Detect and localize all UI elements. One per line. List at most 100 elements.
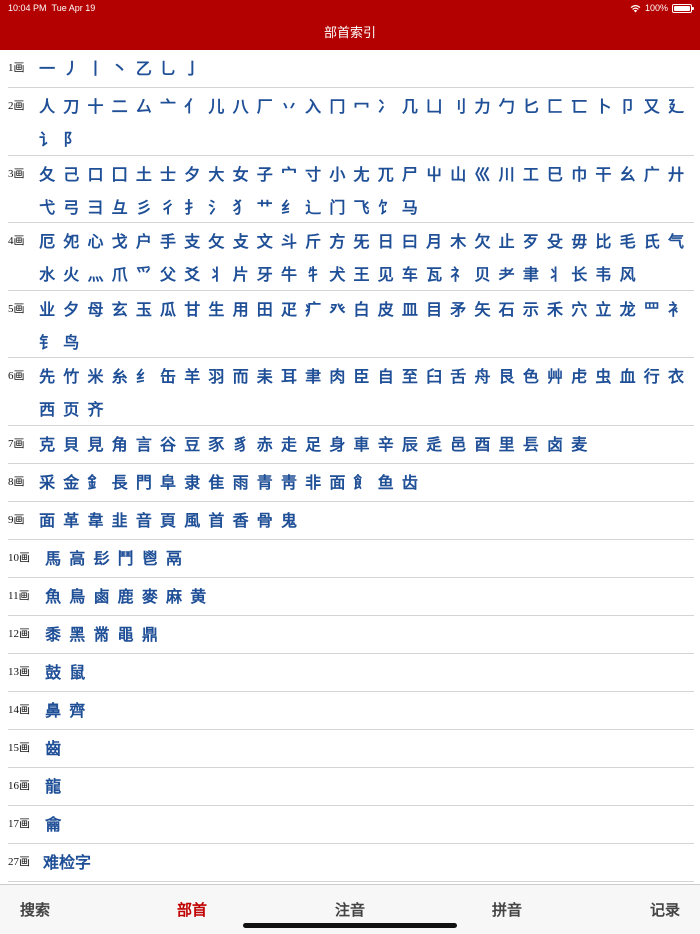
tab-search[interactable]: 搜索 [0, 899, 70, 920]
radical-char[interactable]: 业 [35, 295, 59, 324]
radical-char[interactable]: 矢 [470, 295, 494, 324]
radical-char[interactable]: 革 [59, 506, 83, 535]
radical-char[interactable]: 聿 [301, 362, 325, 391]
radical-char[interactable]: 邑 [446, 430, 470, 459]
radical-char[interactable]: 至 [398, 362, 422, 391]
radical-char[interactable]: 音 [132, 506, 156, 535]
radical-char[interactable]: 癶 [325, 295, 349, 324]
radical-char[interactable]: 彡 [132, 193, 156, 222]
radical-char[interactable]: 角 [108, 430, 132, 459]
radical-char[interactable]: 兀 [374, 160, 398, 189]
radical-char[interactable]: 卜 [591, 92, 615, 121]
radical-char[interactable]: 口 [83, 160, 107, 189]
radical-char[interactable]: 羊 [180, 362, 204, 391]
radical-char[interactable]: 鹵 [89, 582, 113, 611]
radical-char[interactable]: 龠 [41, 810, 65, 839]
radical-char[interactable]: 父 [156, 260, 180, 289]
radical-char[interactable]: 黄 [186, 582, 210, 611]
radical-char[interactable]: 韭 [108, 506, 132, 535]
radical-char[interactable]: 手 [156, 227, 180, 256]
radical-char[interactable]: 囗 [108, 160, 132, 189]
radical-char[interactable]: 彐 [83, 193, 107, 222]
radical-char[interactable]: 辰 [398, 430, 422, 459]
radical-char[interactable]: 尸 [398, 160, 422, 189]
radical-char[interactable]: 亅 [180, 54, 204, 83]
radical-char[interactable]: 肉 [325, 362, 349, 391]
tab-records[interactable]: 记录 [630, 899, 700, 920]
radical-char[interactable]: 缶 [156, 362, 180, 391]
radical-char[interactable]: 釒 [83, 468, 107, 497]
radical-char[interactable]: 日 [374, 227, 398, 256]
radical-char[interactable]: 纟 [132, 362, 156, 391]
radical-char[interactable]: 丶 [108, 54, 132, 83]
radical-char[interactable]: 彳 [156, 193, 180, 222]
radical-char[interactable]: 鬯 [138, 544, 162, 573]
radical-char[interactable]: 矛 [446, 295, 470, 324]
radical-char[interactable]: 山 [446, 160, 470, 189]
radical-char[interactable]: 户 [132, 227, 156, 256]
radical-char[interactable]: 大 [204, 160, 228, 189]
radical-char[interactable]: 王 [349, 260, 373, 289]
radical-char[interactable]: 酉 [470, 430, 494, 459]
radical-char[interactable]: 氵 [204, 193, 228, 222]
radical-char[interactable]: 疒 [301, 295, 325, 324]
radical-char[interactable]: 弓 [59, 193, 83, 222]
radical-char[interactable]: 廾 [664, 160, 688, 189]
radical-char[interactable]: 白 [349, 295, 373, 324]
radical-char[interactable]: 儿 [204, 92, 228, 121]
radical-char[interactable]: 舟 [470, 362, 494, 391]
radical-char[interactable]: 又 [640, 92, 664, 121]
radical-char[interactable]: 禾 [543, 295, 567, 324]
radical-char[interactable]: 厶 [132, 92, 156, 121]
radical-char[interactable]: 鸟 [59, 328, 83, 357]
radical-char[interactable]: 亠 [156, 92, 180, 121]
radical-char[interactable]: 屮 [422, 160, 446, 189]
radical-char[interactable]: 月 [422, 227, 446, 256]
radical-char[interactable]: 高 [65, 544, 89, 573]
radical-char[interactable]: 母 [83, 295, 107, 324]
radical-char[interactable]: 乙 [132, 54, 156, 83]
tab-zhuyin[interactable]: 注音 [315, 899, 385, 920]
radical-char[interactable]: 黽 [114, 620, 138, 649]
radical-char[interactable]: 丬 [543, 260, 567, 289]
radical-char[interactable]: 阝 [59, 125, 83, 154]
radical-char[interactable]: 夗 [59, 227, 83, 256]
radical-char[interactable]: 骨 [253, 506, 277, 535]
radical-char[interactable]: 乚 [156, 54, 180, 83]
radical-char[interactable]: 木 [446, 227, 470, 256]
radical-char[interactable]: 面 [35, 506, 59, 535]
radical-char[interactable]: 心 [83, 227, 107, 256]
radical-char[interactable]: 竹 [59, 362, 83, 391]
radical-char[interactable]: 攵 [204, 227, 228, 256]
radical-char[interactable]: 目 [422, 295, 446, 324]
radical-char[interactable]: 干 [591, 160, 615, 189]
radical-char[interactable]: 巾 [567, 160, 591, 189]
radical-char[interactable]: 旡 [349, 227, 373, 256]
radical-char[interactable]: 魚 [41, 582, 65, 611]
radical-char[interactable]: 止 [495, 227, 519, 256]
radical-char[interactable]: 见 [374, 260, 398, 289]
radical-char[interactable]: 采 [35, 468, 59, 497]
radical-char[interactable]: 足 [301, 430, 325, 459]
radical-char[interactable]: 斤 [301, 227, 325, 256]
radical-char[interactable]: 攴 [229, 227, 253, 256]
radical-char[interactable]: 鼻 [41, 696, 65, 725]
radical-char[interactable]: 示 [519, 295, 543, 324]
radical-char[interactable]: 子 [253, 160, 277, 189]
radical-char[interactable]: 隹 [204, 468, 228, 497]
radical-char[interactable]: 毛 [616, 227, 640, 256]
radical-char[interactable]: 香 [229, 506, 253, 535]
radical-char[interactable]: 先 [35, 362, 59, 391]
radical-char[interactable]: 韋 [83, 506, 107, 535]
radical-char[interactable]: 钅 [35, 328, 59, 357]
radical-char[interactable]: 爪 [108, 260, 132, 289]
radical-char[interactable]: 士 [156, 160, 180, 189]
radical-char[interactable]: 虍 [567, 362, 591, 391]
radical-char[interactable]: 丿 [59, 54, 83, 83]
radical-char[interactable]: 火 [59, 260, 83, 289]
radical-char[interactable]: 寸 [301, 160, 325, 189]
radical-char[interactable]: 曰 [398, 227, 422, 256]
radical-char[interactable]: 黑 [65, 620, 89, 649]
radical-char[interactable]: 廴 [664, 92, 688, 121]
radical-char[interactable]: 隶 [180, 468, 204, 497]
